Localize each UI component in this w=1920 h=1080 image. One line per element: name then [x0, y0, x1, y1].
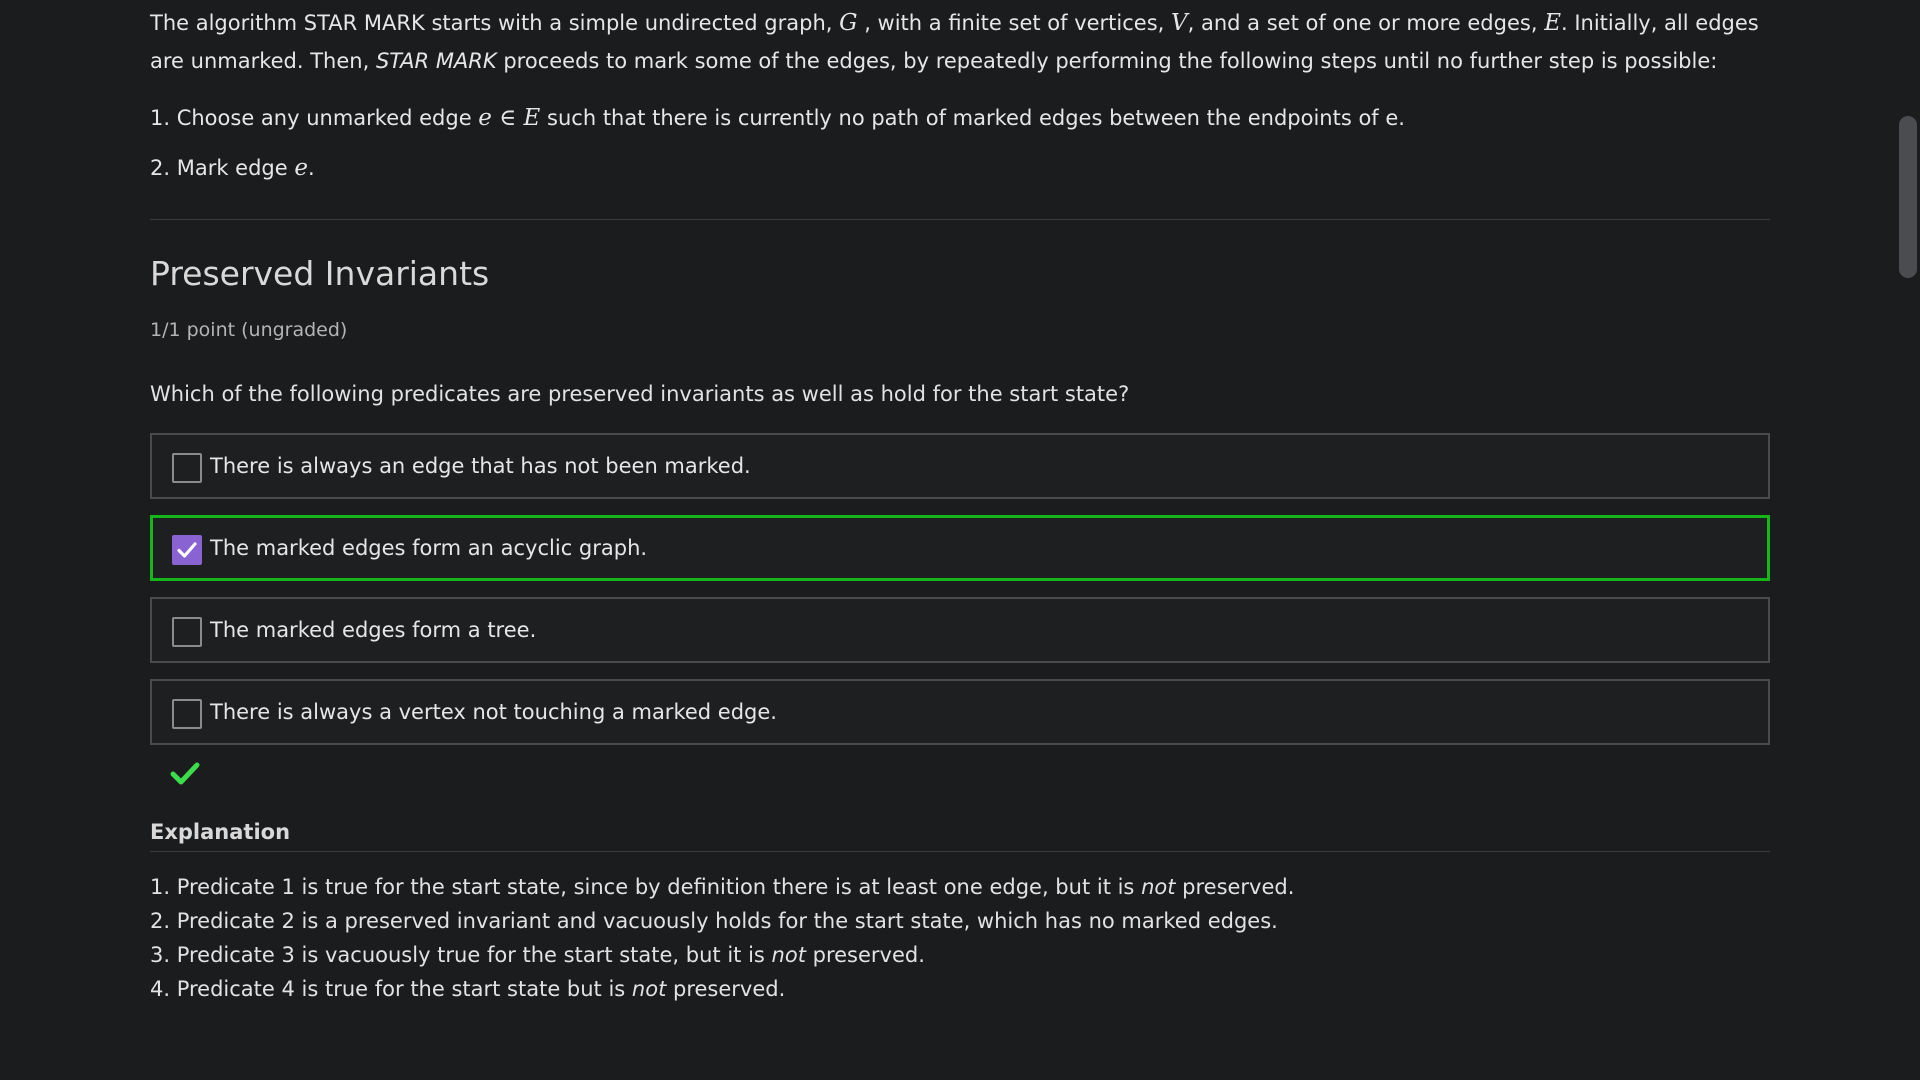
- choice-option-4[interactable]: There is always a vertex not touching a …: [150, 679, 1770, 745]
- explanation-item: 1. Predicate 1 is true for the start sta…: [150, 870, 1770, 904]
- choice-option-1[interactable]: There is always an edge that has not bee…: [150, 433, 1770, 499]
- checkbox[interactable]: [172, 453, 202, 483]
- choice-option-3[interactable]: The marked edges form a tree.: [150, 597, 1770, 663]
- choice-option-2[interactable]: The marked edges form an acyclic graph.: [150, 515, 1770, 581]
- problem-points: 1/1 point (ungraded): [150, 319, 348, 341]
- step-text: such that there is currently no path of …: [540, 106, 1405, 130]
- explanation-divider: [150, 851, 1770, 852]
- step-item: 2. Mark edge e.: [150, 154, 1770, 204]
- algorithm-name: STAR MARK: [375, 49, 497, 73]
- step-math: e ∈ E: [478, 105, 541, 131]
- step-math: e: [294, 155, 308, 181]
- intro-text-5: proceeds to mark some of the edges, by r…: [496, 49, 1718, 73]
- intro-text-3: , and a set of one or more edges,: [1187, 11, 1545, 35]
- checkmark-icon: [177, 542, 197, 558]
- explanation-title: Explanation: [150, 820, 291, 844]
- problem-title: Preserved Invariants: [150, 254, 490, 293]
- problem-content: The algorithm STAR MARK starts with a si…: [150, 0, 1770, 1006]
- explanation-emphasis: not: [631, 977, 667, 1001]
- explanation-emphasis: not: [771, 943, 806, 967]
- choice-label: The marked edges form a tree.: [210, 618, 537, 642]
- explanation-item: 3. Predicate 3 is vacuously true for the…: [150, 938, 1770, 972]
- explanation-text: preserved.: [1175, 875, 1295, 899]
- step-text: 2. Mark edge: [150, 156, 295, 180]
- correct-check-icon: [170, 762, 200, 785]
- explanation-text: 2. Predicate 2 is a preserved invariant …: [150, 909, 1278, 933]
- math-g: G: [839, 10, 858, 36]
- question-text: Which of the following predicates are pr…: [150, 382, 1130, 406]
- checkbox[interactable]: [172, 617, 202, 647]
- scrollbar-thumb[interactable]: [1899, 116, 1917, 278]
- choice-label: The marked edges form an acyclic graph.: [210, 536, 648, 560]
- intro-text-2: , with a finite set of vertices,: [857, 11, 1172, 35]
- explanation-emphasis: not: [1141, 875, 1176, 899]
- explanation-text: 4. Predicate 4 is true for the start sta…: [150, 977, 632, 1001]
- answer-status: [170, 761, 1770, 801]
- scrollbar[interactable]: [1894, 0, 1920, 1080]
- checkbox-checked[interactable]: [172, 535, 202, 565]
- intro-paragraph: The algorithm STAR MARK starts with a si…: [150, 4, 1770, 80]
- explanation-text: preserved.: [805, 943, 925, 967]
- explanation-text: 1. Predicate 1 is true for the start sta…: [150, 875, 1142, 899]
- step-text: 1. Choose any unmarked edge: [150, 106, 479, 130]
- choice-label: There is always an edge that has not bee…: [210, 454, 751, 478]
- section-divider: [150, 219, 1770, 220]
- math-v: V: [1171, 10, 1188, 36]
- algorithm-steps: 1. Choose any unmarked edge e ∈ E such t…: [150, 104, 1770, 204]
- page: The algorithm STAR MARK starts with a si…: [0, 0, 1920, 1080]
- choice-list: There is always an edge that has not bee…: [150, 433, 1770, 745]
- explanation-item: 4. Predicate 4 is true for the start sta…: [150, 972, 1770, 1006]
- step-text: .: [307, 156, 315, 180]
- step-item: 1. Choose any unmarked edge e ∈ E such t…: [150, 104, 1770, 154]
- choice-label: There is always a vertex not touching a …: [210, 700, 777, 724]
- checkbox[interactable]: [172, 699, 202, 729]
- explanation-text: 3. Predicate 3 is vacuously true for the…: [150, 943, 772, 967]
- intro-text-1: The algorithm STAR MARK starts with a si…: [150, 11, 840, 35]
- explanation-list: 1. Predicate 1 is true for the start sta…: [150, 870, 1770, 1006]
- explanation-text: preserved.: [666, 977, 786, 1001]
- math-e: E: [1544, 10, 1561, 36]
- explanation-item: 2. Predicate 2 is a preserved invariant …: [150, 904, 1770, 938]
